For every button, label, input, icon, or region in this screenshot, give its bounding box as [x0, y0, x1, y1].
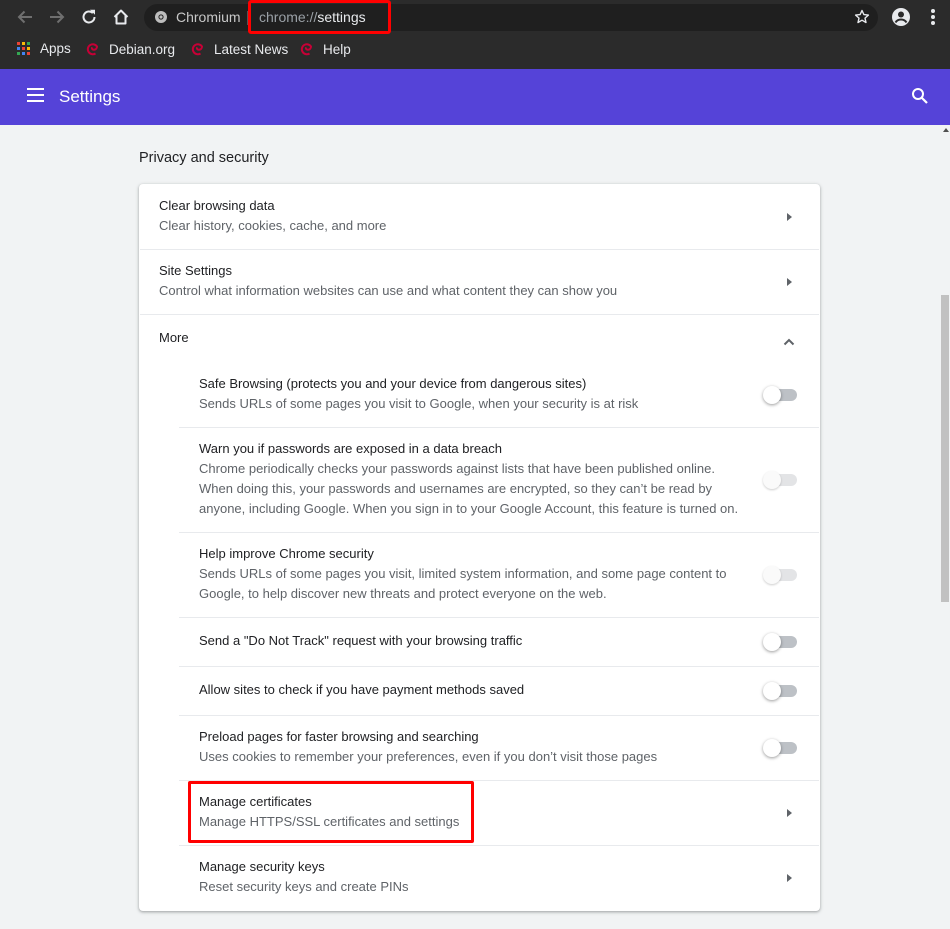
- row-subtitle: Clear history, cookies, cache, and more: [159, 218, 387, 233]
- site-chip[interactable]: Chromium: [154, 9, 241, 25]
- help-improve-row: Help improve Chrome security Sends URLs …: [199, 544, 726, 604]
- url-highlight-box: [248, 0, 391, 34]
- bookmark-label: Latest News: [214, 41, 289, 57]
- row-subtitle: Sends URLs of some pages you visit to Go…: [199, 396, 639, 411]
- help-improve-toggle[interactable]: [763, 566, 797, 584]
- search-icon[interactable]: [911, 87, 929, 110]
- bookmark-label: Apps: [40, 41, 71, 56]
- section-title: Privacy and security: [139, 150, 269, 166]
- row-subtitle: Reset security keys and create PINs: [199, 879, 409, 894]
- row-subtitle: Uses cookies to remember your preference…: [199, 749, 658, 764]
- bookmark-star-icon[interactable]: [854, 9, 870, 30]
- arrow-right-icon[interactable]: [787, 213, 792, 221]
- row-subtitle-line: anyone, including Google. When you sign …: [199, 501, 739, 516]
- safe-browsing-row: Safe Browsing (protects you and your dev…: [199, 374, 638, 414]
- row-title: Help improve Chrome security: [199, 546, 374, 561]
- row-title: More: [159, 330, 189, 345]
- bookmark-latest-news[interactable]: Latest News: [191, 41, 288, 57]
- debian-swirl-icon: [300, 43, 313, 56]
- password-breach-row: Warn you if passwords are exposed in a d…: [199, 439, 738, 519]
- preload-pages-row: Preload pages for faster browsing and se…: [199, 727, 657, 767]
- divider: [179, 532, 819, 533]
- row-title: Safe Browsing (protects you and your dev…: [199, 376, 587, 391]
- row-subtitle: Control what information websites can us…: [159, 283, 618, 298]
- bookmarks-bar: Apps Debian.org Latest News Help: [0, 35, 950, 69]
- divider: [140, 249, 819, 250]
- do-not-track-row: Send a "Do Not Track" request with your …: [199, 631, 522, 651]
- row-subtitle-line: Sends URLs of some pages you visit, limi…: [199, 566, 727, 581]
- bookmark-label: Debian.org: [109, 41, 176, 57]
- settings-header: Settings: [0, 69, 950, 125]
- arrow-right-icon[interactable]: [787, 809, 792, 817]
- chevron-up-icon[interactable]: [783, 333, 795, 351]
- site-settings-row[interactable]: Site Settings Control what information w…: [159, 261, 617, 301]
- divider: [179, 617, 819, 618]
- divider: [140, 314, 819, 315]
- forward-icon[interactable]: [46, 6, 68, 28]
- browser-toolbar: Chromium chrome://settings: [0, 0, 950, 35]
- row-title: Preload pages for faster browsing and se…: [199, 729, 479, 744]
- row-subtitle-line: Google, to help discover new threats and…: [199, 586, 607, 601]
- safe-browsing-toggle[interactable]: [763, 386, 797, 404]
- chromium-icon: [155, 11, 167, 23]
- bookmark-debian[interactable]: Debian.org: [86, 41, 175, 57]
- do-not-track-toggle[interactable]: [763, 633, 797, 651]
- preload-pages-toggle[interactable]: [763, 739, 797, 757]
- reload-icon[interactable]: [78, 6, 100, 28]
- divider: [179, 666, 819, 667]
- scroll-up-arrow-icon[interactable]: [943, 128, 949, 132]
- manage-security-keys-row[interactable]: Manage security keys Reset security keys…: [199, 857, 409, 897]
- site-name: Chromium: [176, 9, 241, 25]
- bookmark-apps[interactable]: Apps: [17, 41, 71, 56]
- arrow-right-icon[interactable]: [787, 278, 792, 286]
- certificates-highlight-box: [188, 781, 474, 843]
- back-icon[interactable]: [14, 6, 36, 28]
- menu-icon[interactable]: [26, 86, 46, 109]
- home-icon[interactable]: [110, 6, 132, 28]
- more-row[interactable]: More: [159, 328, 189, 348]
- debian-swirl-icon: [191, 43, 204, 56]
- row-title: Site Settings: [159, 263, 232, 278]
- divider: [179, 427, 819, 428]
- row-subtitle-line: When doing this, your passwords and user…: [199, 481, 713, 496]
- row-title: Clear browsing data: [159, 198, 275, 213]
- row-title: Send a "Do Not Track" request with your …: [199, 633, 523, 648]
- more-vert-icon[interactable]: [922, 6, 944, 28]
- divider: [179, 845, 819, 846]
- page-title: Settings: [59, 87, 121, 106]
- row-subtitle-line: Chrome periodically checks your password…: [199, 461, 715, 476]
- debian-swirl-icon: [86, 43, 99, 56]
- divider: [179, 715, 819, 716]
- payment-methods-row: Allow sites to check if you have payment…: [199, 680, 524, 700]
- scrollbar-thumb[interactable]: [941, 295, 949, 602]
- row-title: Warn you if passwords are exposed in a d…: [199, 441, 503, 456]
- row-title: Manage security keys: [199, 859, 325, 874]
- profile-icon[interactable]: [890, 6, 912, 28]
- payment-methods-toggle[interactable]: [763, 682, 797, 700]
- apps-grid-icon: [17, 41, 30, 55]
- bookmark-help[interactable]: Help: [300, 41, 351, 57]
- password-breach-toggle[interactable]: [763, 471, 797, 489]
- clear-browsing-data-row[interactable]: Clear browsing data Clear history, cooki…: [159, 196, 386, 236]
- bookmark-label: Help: [323, 41, 351, 57]
- arrow-right-icon[interactable]: [787, 874, 792, 882]
- row-title: Allow sites to check if you have payment…: [199, 682, 525, 697]
